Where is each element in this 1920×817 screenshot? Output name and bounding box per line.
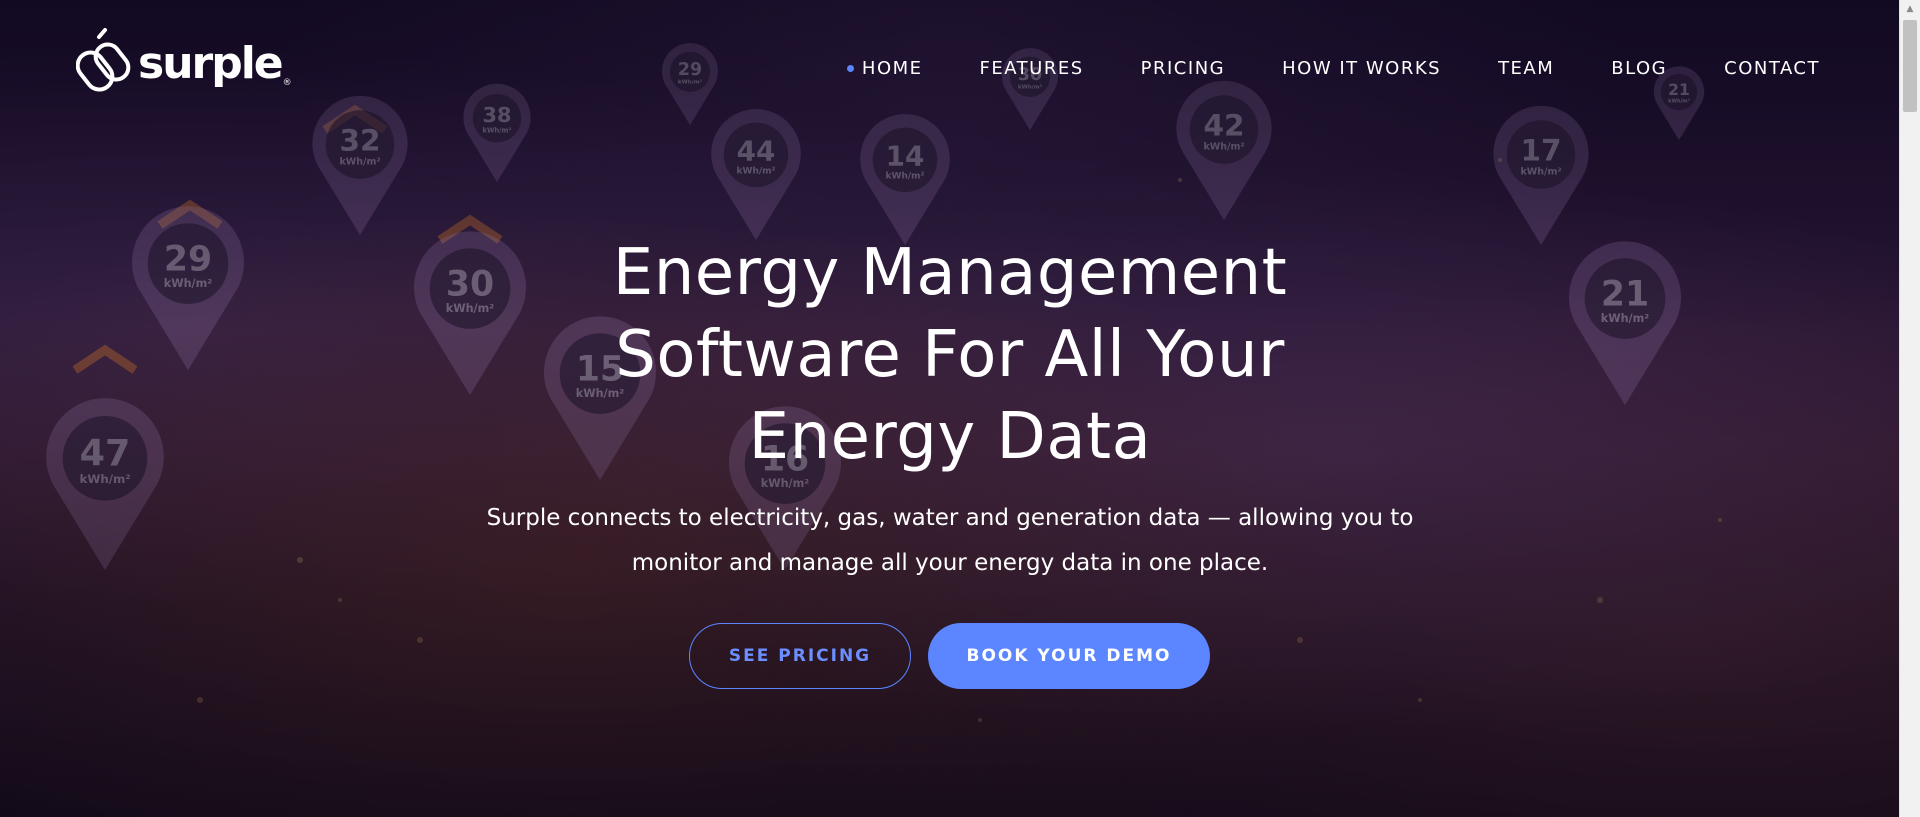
page: 29kWh/m²30kWh/m²47kWh/m²15kWh/m²16kWh/m²…	[0, 0, 1920, 817]
see-pricing-button[interactable]: SEE PRICING	[689, 623, 911, 689]
nav-pricing[interactable]: PRICING	[1141, 58, 1225, 79]
trademark-symbol: ®	[282, 78, 292, 88]
hero-subtitle-line-1: Surple connects to electricity, gas, wat…	[486, 505, 1414, 531]
surple-chain-logo-icon	[76, 28, 131, 92]
hero-title-line-1: Energy Management	[612, 236, 1288, 310]
main-nav: HOME FEATURES PRICING HOW IT WORKS TEAM …	[846, 58, 1820, 79]
nav-how-it-works[interactable]: HOW IT WORKS	[1282, 58, 1441, 79]
scrollbar-thumb[interactable]	[1903, 20, 1917, 112]
brand-logo[interactable]: surple ®	[76, 28, 292, 100]
nav-team[interactable]: TEAM	[1498, 58, 1554, 79]
hero-title-line-3: Energy Data	[748, 400, 1152, 474]
brand-name: surple	[138, 38, 284, 89]
hero-title: Energy Management Software For All Your …	[450, 232, 1450, 478]
nav-home-label: HOME	[861, 58, 923, 79]
nav-home[interactable]: HOME	[846, 58, 923, 79]
nav-contact[interactable]: CONTACT	[1724, 58, 1820, 79]
hero-title-line-2: Software For All Your	[615, 318, 1285, 392]
hero-subtitle: Surple connects to electricity, gas, wat…	[480, 496, 1420, 586]
triangle-up-icon[interactable]: ▲	[1900, 4, 1920, 14]
dot-icon	[846, 65, 854, 72]
nav-features[interactable]: FEATURES	[980, 58, 1084, 79]
book-demo-button[interactable]: BOOK YOUR DEMO	[928, 623, 1210, 689]
hero-subtitle-line-2: monitor and manage all your energy data …	[631, 550, 1269, 576]
nav-blog[interactable]: BLOG	[1611, 58, 1667, 79]
page-scrollbar[interactable]: ▲	[1899, 0, 1920, 817]
